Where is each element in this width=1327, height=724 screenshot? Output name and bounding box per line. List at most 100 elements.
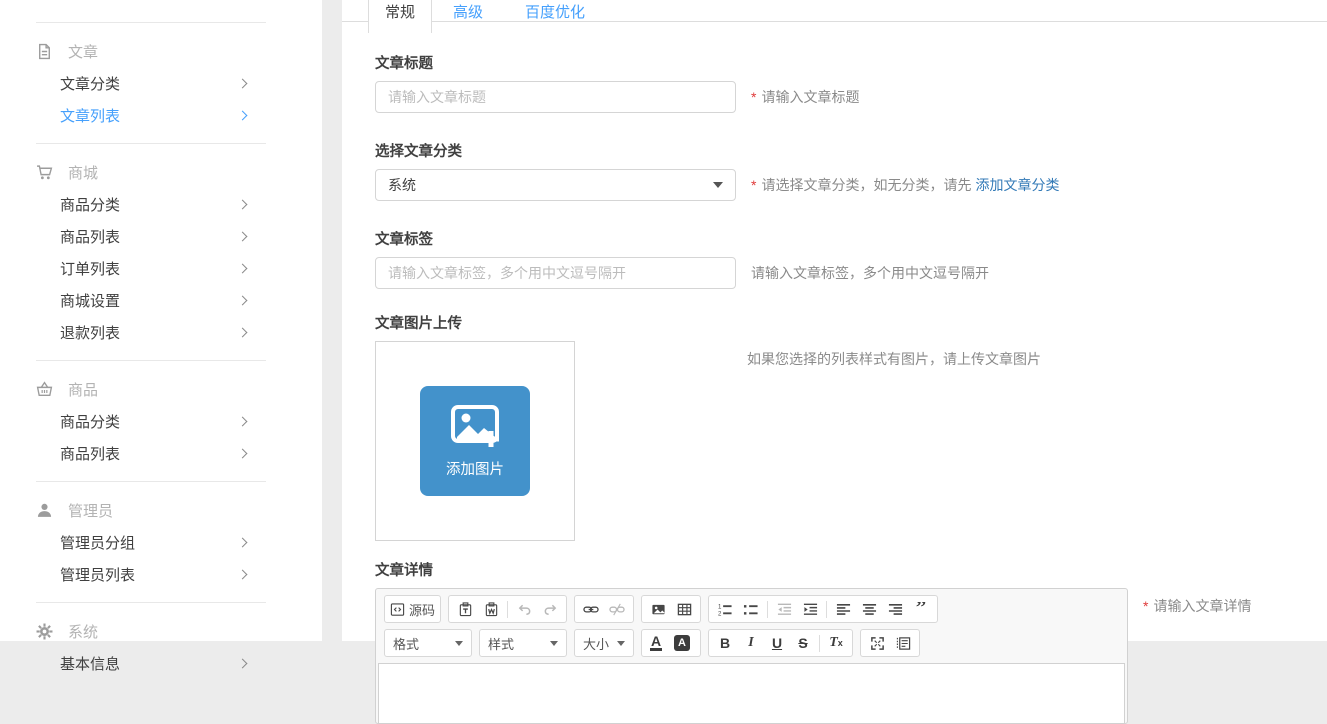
- tags-hint: 请输入文章标签，多个用中文逗号隔开: [751, 263, 989, 283]
- remove-format-button[interactable]: Tx: [823, 631, 849, 655]
- ordered-list-button[interactable]: 1 2: [712, 597, 738, 621]
- background-color-button[interactable]: A: [671, 631, 697, 655]
- divider: [36, 481, 266, 482]
- sidebar-section-label: 管理员: [68, 500, 113, 521]
- user-icon: [36, 502, 53, 519]
- category-select[interactable]: 系统: [375, 169, 736, 201]
- align-right-button[interactable]: [882, 597, 908, 621]
- chevron-right-icon: [238, 327, 248, 337]
- unordered-list-button[interactable]: [738, 597, 764, 621]
- link-icon: [583, 602, 599, 617]
- size-select[interactable]: 大小: [574, 629, 634, 657]
- sidebar-item-product-list[interactable]: 商品列表: [0, 437, 322, 469]
- editor-content-area[interactable]: [378, 663, 1125, 723]
- content-hint: *请输入文章详情: [1143, 596, 1251, 616]
- bold-icon: B: [720, 635, 730, 651]
- add-article-category-link[interactable]: 添加文章分类: [975, 177, 1059, 193]
- paste-word-button[interactable]: [478, 597, 504, 621]
- category-label: 选择文章分类: [375, 140, 1327, 161]
- sidebar-section-admin[interactable]: 管理员: [0, 494, 322, 526]
- sidebar-section-system[interactable]: 系统: [0, 615, 322, 647]
- underline-button[interactable]: U: [764, 631, 790, 655]
- insert-image-button[interactable]: [645, 597, 671, 621]
- ordered-list-icon: 1 2: [717, 602, 733, 617]
- tab-baidu-seo[interactable]: 百度优化: [504, 0, 606, 33]
- caret-down-icon: [455, 641, 463, 646]
- chevron-right-icon: [238, 78, 248, 88]
- chevron-right-icon: [238, 416, 248, 426]
- content-label: 文章详情: [375, 559, 1327, 580]
- align-center-button[interactable]: [856, 597, 882, 621]
- add-image-button[interactable]: 添加图片: [420, 386, 530, 496]
- align-left-button[interactable]: [830, 597, 856, 621]
- italic-icon: I: [748, 635, 753, 651]
- style-select[interactable]: 样式: [479, 629, 567, 657]
- image-hint: 如果您选择的列表样式有图片，请上传文章图片: [747, 349, 1041, 369]
- insert-table-button[interactable]: [671, 597, 697, 621]
- indent-button[interactable]: [797, 597, 823, 621]
- strikethrough-icon: S: [798, 635, 807, 651]
- format-select[interactable]: 格式: [384, 629, 472, 657]
- tab-bar: 常规 高级 百度优化: [342, 0, 1327, 33]
- sidebar-section-article[interactable]: 文章: [0, 35, 322, 67]
- redo-button[interactable]: [537, 597, 563, 621]
- sidebar-item-basic-info[interactable]: 基本信息: [0, 647, 322, 679]
- outdent-icon: [777, 602, 792, 617]
- blockquote-icon: ”: [916, 602, 927, 616]
- bold-button[interactable]: B: [712, 631, 738, 655]
- sidebar-item-admin-group[interactable]: 管理员分组: [0, 526, 322, 558]
- undo-button[interactable]: [511, 597, 537, 621]
- source-button[interactable]: 源码: [388, 597, 437, 621]
- paste-text-icon: [458, 602, 473, 617]
- sidebar-item-order-list[interactable]: 订单列表: [0, 252, 322, 284]
- italic-button[interactable]: I: [738, 631, 764, 655]
- show-blocks-icon: [896, 636, 911, 651]
- form-group-tags: 文章标签 请输入文章标签，多个用中文逗号隔开: [375, 228, 1327, 289]
- tab-advanced[interactable]: 高级: [432, 0, 504, 33]
- sidebar-item-product-category[interactable]: 商品分类: [0, 405, 322, 437]
- maximize-button[interactable]: [864, 631, 890, 655]
- gear-icon: [36, 623, 53, 640]
- sidebar-item-admin-list[interactable]: 管理员列表: [0, 558, 322, 590]
- image-label: 文章图片上传: [375, 312, 1327, 333]
- paste-word-icon: [484, 602, 499, 617]
- image-upload-dropzone[interactable]: 添加图片: [375, 341, 575, 541]
- chevron-right-icon: [238, 569, 248, 579]
- outdent-button[interactable]: [771, 597, 797, 621]
- paste-text-button[interactable]: [452, 597, 478, 621]
- link-button[interactable]: [578, 597, 604, 621]
- chevron-right-icon: [238, 199, 248, 209]
- sidebar-item-goods-category[interactable]: 商品分类: [0, 188, 322, 220]
- chevron-right-icon: [238, 110, 248, 120]
- form-group-title: 文章标题 *请输入文章标题: [375, 52, 1327, 113]
- sidebar-item-article-list[interactable]: 文章列表: [0, 99, 322, 131]
- underline-icon: U: [772, 635, 782, 651]
- sidebar-item-goods-list[interactable]: 商品列表: [0, 220, 322, 252]
- rich-text-editor: 源码: [375, 588, 1128, 724]
- text-color-button[interactable]: A: [645, 631, 671, 655]
- align-left-icon: [836, 602, 851, 617]
- sidebar-section-product[interactable]: 商品: [0, 373, 322, 405]
- svg-text:1: 1: [718, 603, 722, 610]
- sidebar-item-article-category[interactable]: 文章分类: [0, 67, 322, 99]
- cart-icon: [36, 164, 53, 181]
- tab-general[interactable]: 常规: [368, 0, 432, 33]
- chevron-right-icon: [238, 448, 248, 458]
- divider: [36, 143, 266, 144]
- text-color-icon: A: [650, 636, 662, 651]
- sidebar-item-mall-settings[interactable]: 商城设置: [0, 284, 322, 316]
- show-blocks-button[interactable]: [890, 631, 916, 655]
- title-input[interactable]: [375, 81, 736, 113]
- sidebar-item-refund-list[interactable]: 退款列表: [0, 316, 322, 348]
- chevron-right-icon: [238, 537, 248, 547]
- unlink-button[interactable]: [604, 597, 630, 621]
- indent-icon: [803, 602, 818, 617]
- sidebar-section-mall[interactable]: 商城: [0, 156, 322, 188]
- form-group-category: 选择文章分类 系统 *请选择文章分类，如无分类，请先添加文章分类: [375, 140, 1327, 201]
- insert-table-icon: [677, 602, 692, 617]
- tags-input[interactable]: [375, 257, 736, 289]
- blockquote-button[interactable]: ”: [908, 597, 934, 621]
- strikethrough-button[interactable]: S: [790, 631, 816, 655]
- main-content: 常规 高级 百度优化 文章标题 *请输入文章标题 选择文章分类 系统 *请选择文…: [342, 0, 1327, 641]
- form-group-image: 文章图片上传 添加图片 如果您选择的列表样式有图片，请上传文章图片: [375, 312, 1327, 541]
